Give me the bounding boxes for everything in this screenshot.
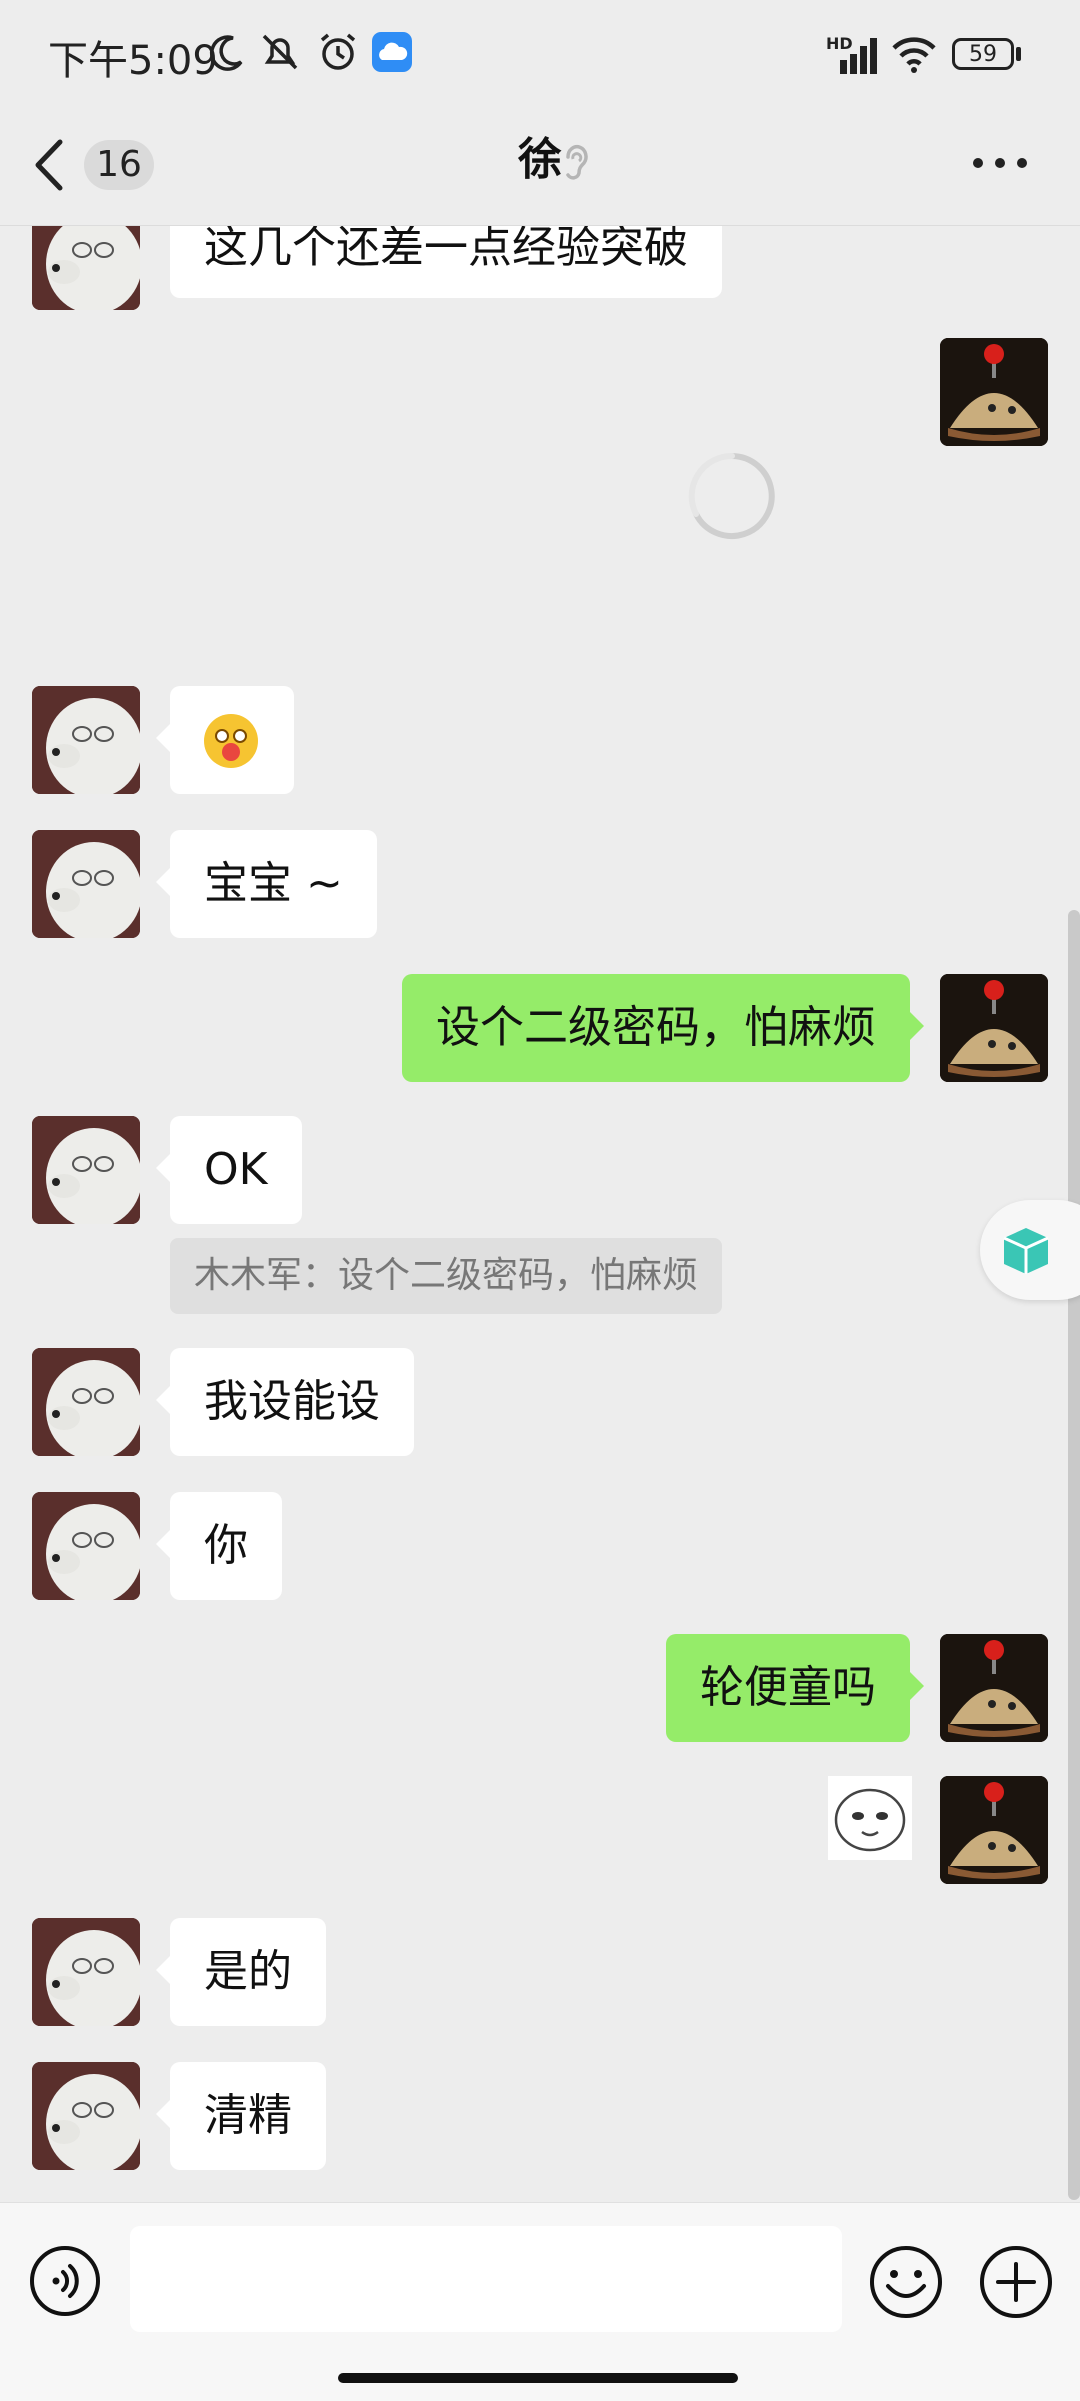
battery-tip [1016, 47, 1021, 61]
avatar[interactable] [32, 226, 140, 310]
message-bubble[interactable]: 宝宝 ~ [156, 830, 377, 938]
message-text: 宝宝 ~ [204, 858, 343, 909]
message-text: 设个二级密码，怕麻烦 [436, 1002, 876, 1053]
chat-area[interactable]: 这几个还差一点经验突破 宝宝 ~ 设个二级密码，怕麻烦 OK 我设能设 你 轮便… [0, 226, 1080, 2202]
face-sticker-icon [834, 1788, 906, 1852]
scrollbar[interactable] [1068, 910, 1080, 2200]
chat-header: 16 徐 [0, 105, 1080, 226]
potato-mine-avatar-icon [940, 1776, 1048, 1884]
avatar[interactable] [32, 1348, 140, 1456]
polar-bear-avatar-icon [32, 830, 140, 938]
message-bubble[interactable]: 是的 [156, 1918, 326, 2026]
message-text: 轮便童吗 [700, 1662, 876, 1713]
status-time: 下午5:09 [48, 38, 218, 84]
back-button[interactable]: 16 [30, 130, 160, 200]
polar-bear-avatar-icon [32, 1116, 140, 1224]
polar-bear-avatar-icon [32, 686, 140, 794]
status-bar: 下午5:09 HD 59 [0, 0, 1080, 105]
avatar[interactable] [32, 830, 140, 938]
message-bubble-self[interactable]: 设个二级密码，怕麻烦 [402, 974, 924, 1082]
signal-icon [840, 38, 877, 74]
avatar[interactable] [940, 338, 1048, 446]
emoji-button[interactable] [868, 2244, 944, 2320]
message-text: 你 [204, 1520, 248, 1571]
plus-icon [980, 2246, 1052, 2318]
avatar[interactable] [940, 1634, 1048, 1742]
more-button[interactable] [970, 135, 1050, 195]
ear-icon [566, 144, 588, 180]
polar-bear-avatar-icon [32, 1918, 140, 2026]
cloud-app-icon [372, 32, 412, 72]
polar-bear-avatar-icon [32, 2062, 140, 2170]
home-indicator[interactable] [338, 2373, 738, 2383]
message-bubble[interactable]: 你 [156, 1492, 282, 1600]
avatar[interactable] [940, 974, 1048, 1082]
more-functions-button[interactable] [978, 2244, 1054, 2320]
cube-icon [1003, 1228, 1049, 1274]
message-bubble[interactable]: OK [156, 1116, 302, 1224]
emoji-message-bubble[interactable] [156, 686, 294, 794]
moon-icon [210, 35, 243, 71]
bell-muted-icon [262, 34, 298, 70]
avatar[interactable] [32, 1116, 140, 1224]
polar-bear-avatar-icon [32, 226, 140, 310]
battery-icon: 59 [952, 38, 1014, 70]
battery-level: 59 [969, 42, 997, 67]
avatar[interactable] [940, 1776, 1048, 1884]
quoted-message-text: 木木军：设个二级密码，怕麻烦 [194, 1255, 699, 1296]
sticker-message[interactable] [828, 1776, 912, 1860]
polar-bear-avatar-icon [32, 1348, 140, 1456]
voice-button[interactable] [28, 2244, 102, 2318]
avatar[interactable] [32, 1492, 140, 1600]
potato-mine-avatar-icon [940, 1634, 1048, 1742]
message-input[interactable] [130, 2226, 842, 2332]
avatar[interactable] [32, 686, 140, 794]
message-bubble[interactable]: 我设能设 [156, 1348, 414, 1456]
wifi-icon [892, 37, 936, 73]
avatar[interactable] [32, 1918, 140, 2026]
loading-spinner-icon [688, 452, 775, 539]
chat-title[interactable]: 徐 [440, 125, 640, 195]
avatar[interactable] [32, 2062, 140, 2170]
voice-icon [30, 2246, 100, 2316]
message-text: 这几个还差一点经验突破 [204, 226, 688, 273]
more-icon [973, 158, 1027, 168]
potato-mine-avatar-icon [940, 974, 1048, 1082]
message-bubble[interactable]: 这几个还差一点经验突破 [170, 226, 722, 298]
message-bubble[interactable]: 清精 [156, 2062, 326, 2170]
emoji-icon [204, 714, 258, 768]
floating-button[interactable] [980, 1200, 1080, 1300]
potato-mine-avatar-icon [940, 338, 1048, 446]
message-text: 清精 [204, 2090, 292, 2141]
chat-title-text: 徐 [518, 134, 562, 185]
message-text: 是的 [204, 1946, 292, 1997]
quoted-message[interactable]: 木木军：设个二级密码，怕麻烦 [170, 1238, 723, 1314]
polar-bear-avatar-icon [32, 1492, 140, 1600]
message-bubble-self[interactable]: 轮便童吗 [666, 1634, 924, 1742]
emoji-icon [870, 2246, 942, 2318]
message-text: 我设能设 [204, 1376, 380, 1427]
back-icon [35, 139, 63, 191]
alarm-icon [320, 33, 356, 70]
message-text: OK [204, 1144, 268, 1195]
unread-count-badge: 16 [84, 140, 154, 190]
